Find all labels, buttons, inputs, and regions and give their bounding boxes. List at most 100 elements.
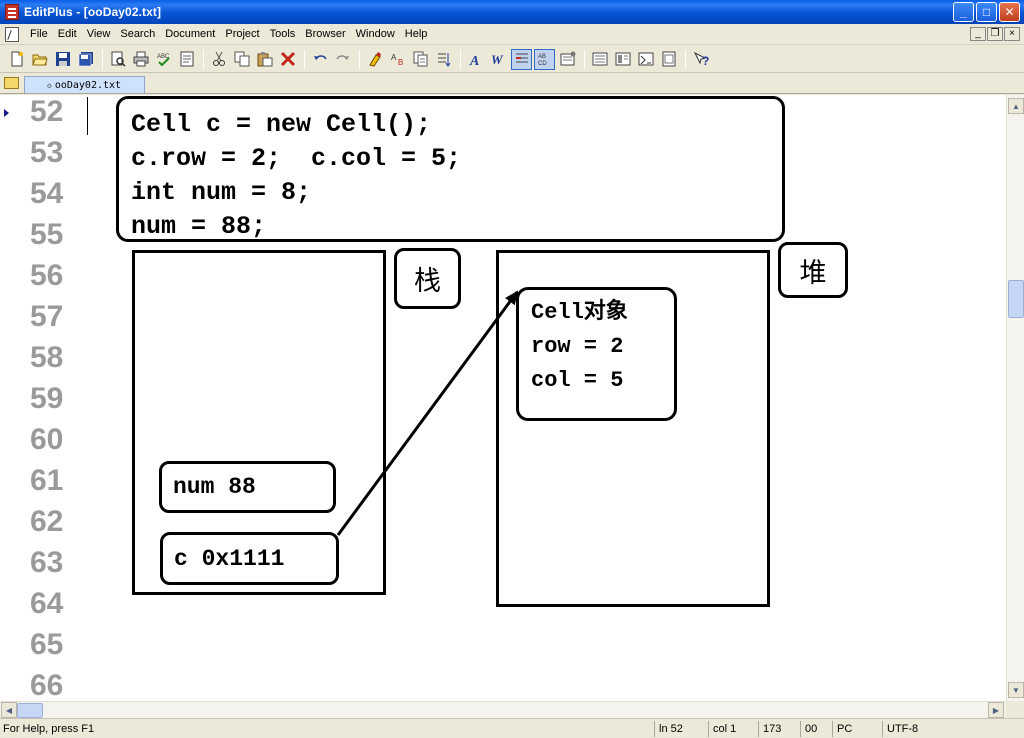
line-number: 52 [30,95,64,128]
code-box: Cell c = new Cell(); c.row = 2; c.col = … [116,96,785,242]
scroll-left-icon[interactable]: ◀ [1,702,17,718]
toolbar-separator [584,49,585,69]
window-title: EditPlus - [ooDay02.txt] [24,5,162,19]
line-number: 66 [30,669,64,702]
horizontal-scrollbar[interactable]: ◀ ▶ [0,701,1006,718]
directory-icon[interactable] [635,49,656,70]
close-button[interactable]: ✕ [999,2,1020,22]
line-number: 65 [30,628,64,661]
menu-window[interactable]: Window [351,24,400,45]
cut-icon[interactable] [208,49,229,70]
line-number: 63 [30,546,64,579]
find-in-files-icon[interactable] [410,49,431,70]
menu-tools[interactable]: Tools [265,24,301,45]
scroll-right-icon[interactable]: ▶ [988,702,1004,718]
maximize-button[interactable]: □ [976,2,997,22]
menu-view[interactable]: View [82,24,116,45]
text-caret [87,97,88,135]
replace-icon[interactable]: AB [387,49,408,70]
menu-document[interactable]: Document [160,24,220,45]
file-modified-icon: ◇ [47,80,52,90]
object-line: row = 2 [531,334,624,359]
spellcheck-icon[interactable]: ABC [153,49,174,70]
current-line-marker-icon [4,109,9,117]
line-number: 59 [30,382,64,415]
folder-icon[interactable] [4,77,19,89]
doc-minimize-button[interactable]: _ [970,27,986,41]
scroll-down-icon[interactable]: ▼ [1008,682,1024,698]
toolbar-separator [203,49,204,69]
save-all-icon[interactable] [75,49,96,70]
browser-view-icon[interactable] [176,49,197,70]
menu-edit[interactable]: Edit [53,24,82,45]
status-total-lines: 173 [758,721,800,737]
find-icon[interactable] [364,49,385,70]
editor-area[interactable]: 52 53 54 55 56 57 58 59 60 61 62 63 64 6… [0,95,1006,701]
delete-icon[interactable] [277,49,298,70]
word-wrap-icon[interactable]: W [488,49,509,70]
open-icon[interactable] [29,49,50,70]
toolbar-separator [359,49,360,69]
cliptext-icon[interactable] [658,49,679,70]
line-number-icon[interactable] [511,48,532,70]
scroll-up-icon[interactable]: ▲ [1008,98,1024,114]
document-window-controls: _ ❐ × [970,27,1020,41]
doc-restore-button[interactable]: ❐ [987,27,1003,41]
line-number: 56 [30,259,64,292]
menu-help[interactable]: Help [400,24,433,45]
preferences-icon[interactable] [557,49,578,70]
goto-line-icon[interactable] [433,49,454,70]
menu-project[interactable]: Project [220,24,264,45]
cell-object-box: Cell对象 row = 2 col = 5 [516,287,677,421]
new-file-icon[interactable] [6,49,27,70]
status-help-text: For Help, press F1 [3,723,95,735]
toolbar-separator [304,49,305,69]
toolbar-separator [685,49,686,69]
svg-text:A: A [469,54,479,67]
line-number: 57 [30,300,64,333]
vertical-scrollbar[interactable]: ▲ ▼ [1006,95,1024,701]
output-window-icon[interactable] [612,49,633,70]
line-number: 55 [30,218,64,251]
status-bar: For Help, press F1 ln 52 col 1 173 00 PC… [0,718,1024,738]
font-icon[interactable]: A [465,49,486,70]
toolbar-separator [460,49,461,69]
document-icon[interactable] [5,26,19,42]
menu-search[interactable]: Search [115,24,160,45]
menu-browser[interactable]: Browser [300,24,350,45]
tab-label: ooDay02.txt [54,79,122,91]
print-preview-icon[interactable] [107,49,128,70]
window-list-icon[interactable] [589,49,610,70]
copy-icon[interactable] [231,49,252,70]
vertical-scroll-thumb[interactable] [1008,280,1024,318]
doc-close-button[interactable]: × [1004,27,1020,41]
window-controls: _ □ ✕ [953,2,1020,22]
print-icon[interactable] [130,49,151,70]
code-line: int num = 8; [131,178,312,207]
heap-label: 堆 [778,242,848,298]
svg-text:?: ? [702,54,709,67]
minimize-button[interactable]: _ [953,2,974,22]
object-line: Cell对象 [531,300,628,325]
save-icon[interactable] [52,49,73,70]
status-column: col 1 [708,721,758,737]
redo-icon[interactable] [332,49,353,70]
tab-ooday02[interactable]: ◇ ooDay02.txt [24,76,145,93]
svg-text:W: W [491,52,504,67]
horizontal-scroll-thumb[interactable] [17,703,43,718]
column-ruler-icon[interactable]: AB CD [534,48,555,70]
line-number: 64 [30,587,64,620]
line-number: 62 [30,505,64,538]
editplus-app-icon[interactable] [5,4,19,20]
object-line: col = 5 [531,368,624,393]
undo-icon[interactable] [309,49,330,70]
line-number: 53 [30,136,64,169]
help-icon[interactable]: ? [690,49,711,70]
svg-text:A: A [391,53,397,62]
code-line: c.row = 2; c.col = 5; [131,144,462,173]
num-variable-box: num 88 [159,461,336,513]
paste-icon[interactable] [254,49,275,70]
menu-file[interactable]: File [25,24,53,45]
status-line: ln 52 [654,721,708,737]
line-number-gutter: 52 53 54 55 56 57 58 59 60 61 62 63 64 6… [0,95,87,701]
